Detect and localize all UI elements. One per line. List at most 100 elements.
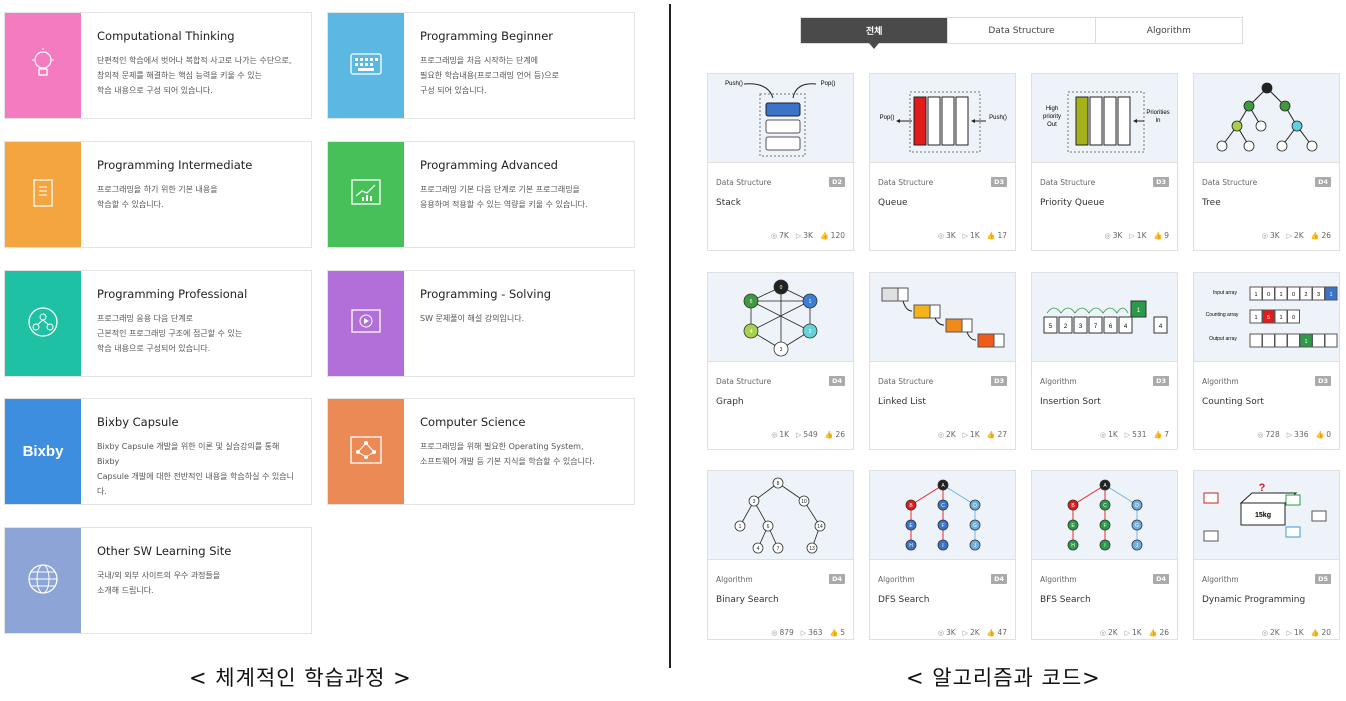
track-body: Computational Thinking 단편적인 학습에서 벗어나 복합적 …: [81, 13, 301, 118]
track-thumbnail: [5, 528, 81, 633]
diagram-label: 1: [1304, 339, 1307, 345]
views-stat: ◎ 3K: [938, 231, 956, 240]
track-title: Programming - Solving: [420, 287, 552, 301]
track-title: Programming Intermediate: [97, 158, 253, 172]
track-body: Programming Intermediate 프로그래밍을 하기 위한 기본 …: [81, 142, 262, 247]
likes-stat: 👍 120: [820, 231, 845, 240]
tab-all[interactable]: 전체: [801, 18, 948, 49]
bfs-diagram: AB C DE F GH I J: [1067, 479, 1143, 551]
likes-count: 26: [835, 430, 845, 439]
track-card[interactable]: Computer Science 프로그래밍을 위해 필요한 Operating …: [327, 398, 635, 505]
views-count: 2K: [1269, 628, 1280, 637]
node-label: 4: [750, 329, 753, 335]
algorithm-card[interactable]: ABCDEFGHIJ Algorithm D4 BFS Search ◎ 2K ▷…: [1031, 470, 1178, 640]
plays-stat: ▷ 1K: [963, 430, 980, 439]
track-description-line: 단편적인 학습에서 벗어나 복합적 사고로 나가는 수단으로,: [97, 56, 292, 65]
linked-list-diagram: [881, 287, 1005, 348]
track-title: Programming Professional: [97, 287, 248, 301]
track-description: SW 문제풀이 해설 강의입니다.: [420, 311, 551, 326]
track-title: Programming Beginner: [420, 29, 554, 43]
algorithm-card[interactable]: 15kg ? Algorithm D5 Dynamic Programming …: [1193, 470, 1340, 640]
algorithm-card[interactable]: ABCDEFGHIJ Algorithm D4 DFS Search ◎ 3K ▷…: [869, 470, 1016, 640]
tab-algorithm[interactable]: Algorithm: [1094, 18, 1242, 43]
algorithm-category: Algorithm: [878, 575, 915, 584]
diagram-label: 2: [1304, 292, 1307, 298]
keyboard-icon: [349, 51, 383, 81]
track-card[interactable]: Programming Professional 프로그래밍 응용 다음 단계로 근…: [4, 270, 312, 377]
algorithm-category: Algorithm: [1040, 575, 1077, 584]
play-icon: ▷: [962, 430, 969, 439]
algorithm-card[interactable]: Push() Pop() Data Structure D2 Stack ◎ 7K…: [707, 73, 854, 251]
algorithm-card[interactable]: 8 3 10 1 6 14 4 7 13 Algorithm D4 Binary Search …: [707, 470, 854, 640]
likes-count: 9: [1164, 231, 1169, 240]
algorithm-category: Data Structure: [716, 377, 772, 386]
play-icon: ▷: [800, 628, 807, 637]
thumbs-up-icon: 👍: [1153, 231, 1163, 240]
node-label: 5: [750, 299, 753, 305]
algorithm-card[interactable]: 52376414 Algorithm D3 Insertion Sort ◎ 1K…: [1031, 272, 1178, 450]
algorithm-category: Data Structure: [878, 377, 934, 386]
algorithm-thumbnail: 15kg ?: [1194, 471, 1339, 560]
algorithm-card[interactable]: High priority Out Priorities In Data Str…: [1031, 73, 1178, 251]
algorithm-card[interactable]: Input array Counting array Output array 1 0 1…: [1193, 272, 1340, 450]
likes-stat: 👍 27: [987, 430, 1007, 439]
track-description: 프로그래밍 기본 다음 단계로 기본 프로그래밍을 응용하여 적용할 수 있는 역…: [420, 182, 588, 212]
node-label: G: [1135, 523, 1139, 529]
track-body: Programming Beginner 프로그래밍을 처음 시작하는 단계에 필요…: [404, 13, 569, 118]
track-body: Programming Professional 프로그래밍 응용 다음 단계로 근…: [81, 271, 257, 376]
eye-icon: ◎: [1099, 628, 1106, 637]
track-title: Programming Advanced: [420, 158, 558, 172]
algorithm-thumbnail: Input array Counting array Output array 1 0 1…: [1194, 273, 1339, 362]
views-stat: ◎ 879: [771, 628, 793, 637]
algorithm-category: Algorithm: [1202, 575, 1239, 584]
difficulty-badge: D4: [829, 574, 845, 584]
track-card[interactable]: Computational Thinking 단편적인 학습에서 벗어나 복합적 …: [4, 12, 312, 119]
eye-icon: ◎: [771, 231, 778, 240]
track-card[interactable]: Programming Beginner 프로그래밍을 처음 시작하는 단계에 필요…: [327, 12, 635, 119]
algorithm-stats: ◎ 3K ▷ 2K 👍 47: [938, 628, 1007, 637]
plays-count: 1K: [1136, 231, 1147, 240]
category-tabs: 전체 Data Structure Algorithm: [800, 17, 1243, 49]
views-stat: ◎ 728: [1257, 430, 1279, 439]
eye-icon: ◎: [937, 430, 944, 439]
track-description: 프로그래밍을 하기 위한 기본 내용을 학습할 수 있습니다.: [97, 182, 252, 212]
node-label: F: [941, 523, 944, 529]
likes-count: 5: [840, 628, 845, 637]
screenshot-stage: Computational Thinking 단편적인 학습에서 벗어나 복합적 …: [0, 0, 1346, 701]
eye-icon: ◎: [1257, 430, 1264, 439]
node-label: I: [1104, 543, 1105, 549]
track-card[interactable]: Programming Advanced 프로그래밍 기본 다음 단계로 기본 프…: [327, 141, 635, 248]
diagram-label: Counting array: [1206, 312, 1239, 318]
algorithm-title: Queue: [878, 198, 908, 208]
algorithm-card[interactable]: Data Structure D3 Linked List ◎ 2K ▷ 1K 👍 2…: [869, 272, 1016, 450]
tab-data-structure[interactable]: Data Structure: [947, 18, 1095, 43]
views-count: 879: [779, 628, 794, 637]
track-description: 프로그래밍을 처음 시작하는 단계에 필요한 학습내용(프로그래밍 언어 등)으로…: [420, 53, 559, 98]
algorithm-card[interactable]: 0 1 2 3 4 5 Data Structure D4 Graph ◎ 1K ▷ 549 …: [707, 272, 854, 450]
diagram-label: 0: [1292, 292, 1295, 298]
likes-stat: 👍 20: [1311, 628, 1331, 637]
algorithm-title: Graph: [716, 397, 744, 407]
algorithm-card[interactable]: Pop() Push() Data Structure D3 Queue ◎ 3K…: [869, 73, 1016, 251]
plays-stat: ▷ 1K: [1125, 628, 1142, 637]
plays-stat: ▷ 1K: [1287, 628, 1304, 637]
algorithm-category: Algorithm: [1040, 377, 1077, 386]
track-card[interactable]: Programming - Solving SW 문제풀이 해설 강의입니다.: [327, 270, 635, 377]
node-label: I: [942, 543, 943, 549]
play-icon: ▷: [795, 231, 802, 240]
eye-icon: ◎: [771, 628, 778, 637]
track-card[interactable]: Other SW Learning Site 국내/외 외부 사이트의 우수 과정…: [4, 527, 312, 634]
dynamic-programming-diagram: 15kg ?: [1203, 482, 1327, 542]
algorithm-category: Data Structure: [1202, 178, 1258, 187]
circuit-icon: [349, 435, 383, 469]
likes-stat: 👍 26: [1149, 628, 1169, 637]
eye-icon: ◎: [1104, 231, 1111, 240]
diagram-label: ?: [1259, 482, 1266, 494]
track-card[interactable]: Programming Intermediate 프로그래밍을 하기 위한 기본 …: [4, 141, 312, 248]
algorithm-card[interactable]: Data Structure D4 Tree ◎ 3K ▷ 2K 👍 26: [1193, 73, 1340, 251]
track-card[interactable]: Bixby Bixby Capsule Bixby Capsule 개발을 위한 이…: [4, 398, 312, 505]
thumbs-up-icon: 👍: [986, 628, 996, 637]
plays-count: 531: [1132, 430, 1147, 439]
node-label: 1: [809, 299, 812, 305]
algorithm-stats: ◎ 879 ▷ 363 👍 5: [771, 628, 845, 637]
